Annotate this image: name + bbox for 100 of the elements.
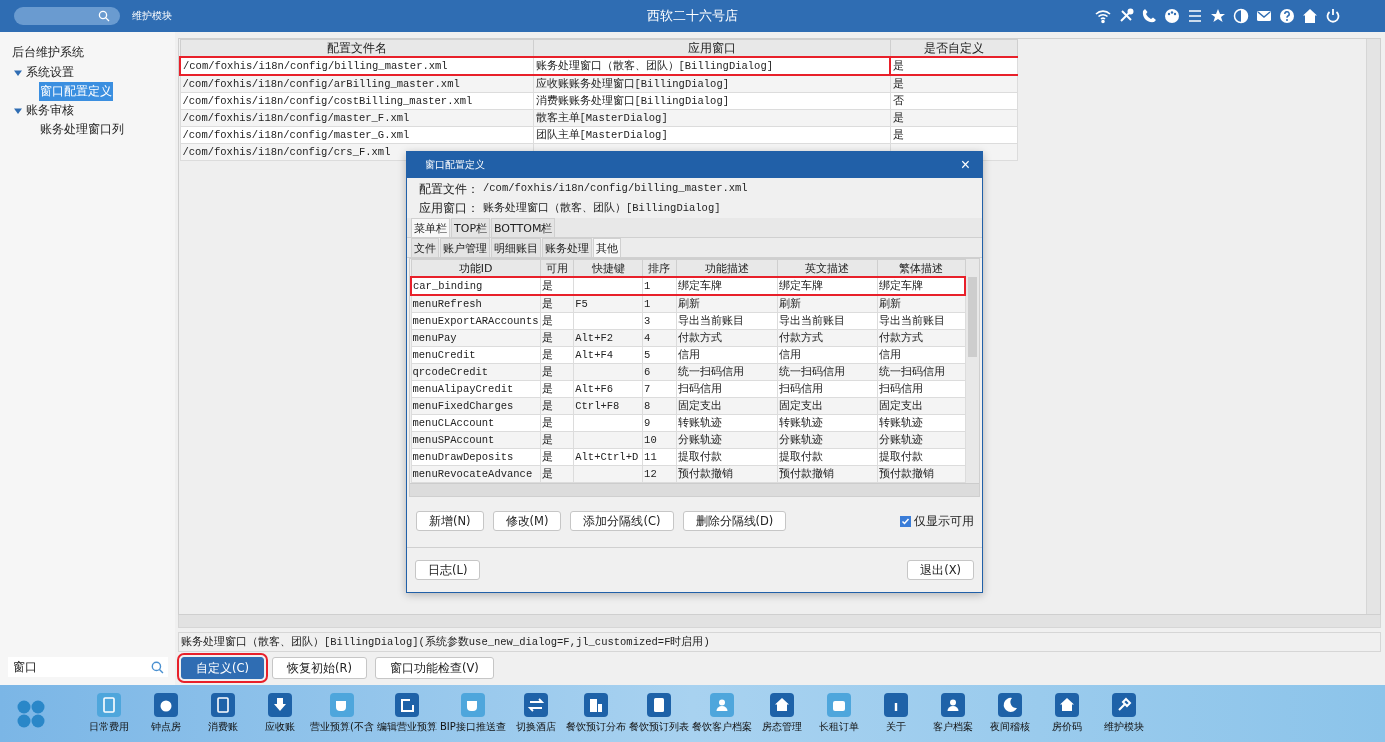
dialog-button[interactable]: 新增(N)	[416, 511, 484, 531]
dialog-button[interactable]: 删除分隔线(D)	[682, 511, 787, 531]
taskbar-item[interactable]: 应收账	[253, 693, 307, 734]
column-header[interactable]: 英文描述	[777, 259, 878, 277]
tab[interactable]: 明细账目	[491, 238, 541, 257]
document-icon	[97, 693, 121, 717]
taskbar-item[interactable]: 餐饮预订列表	[628, 693, 689, 734]
tree-item[interactable]: 账务处理窗口列	[39, 120, 125, 139]
taskbar-item[interactable]: 维护模块	[1096, 693, 1151, 734]
column-header[interactable]: 排序	[642, 259, 677, 277]
taskbar-item[interactable]: 消费账	[196, 693, 250, 734]
window-title: 西软二十六号店	[646, 7, 739, 25]
column-header[interactable]: 应用窗口	[533, 39, 890, 57]
module-label: 维护模块	[132, 9, 172, 23]
tab[interactable]: TOP栏	[451, 218, 490, 237]
phone-icon[interactable]	[1141, 8, 1157, 24]
search-icon	[151, 660, 164, 674]
user-icon	[940, 693, 965, 717]
document-icon	[211, 693, 235, 717]
dialog-button[interactable]: 修改(M)	[492, 511, 562, 531]
column-header[interactable]: 快捷键	[573, 259, 643, 277]
action-button[interactable]: 窗口功能检查(V)	[375, 657, 494, 679]
power-icon[interactable]	[1325, 8, 1341, 24]
taskbar-item[interactable]: 钟点房	[139, 693, 193, 734]
table-cell: 绑定车牌	[676, 277, 778, 295]
checkbox-label[interactable]: 仅显示可用	[914, 513, 974, 529]
table-cell: 是	[540, 277, 574, 295]
tree-item[interactable]: 后台维护系统	[8, 42, 84, 63]
tree-item[interactable]: 账务审核	[8, 101, 74, 120]
house-icon	[769, 693, 794, 717]
taskbar-item[interactable]: 切换酒店	[508, 693, 563, 734]
tree-item[interactable]: 系统设置	[8, 63, 74, 82]
dialog-button[interactable]: 日志(L)	[415, 560, 481, 580]
palette-icon[interactable]	[1164, 8, 1180, 24]
taskbar-item[interactable]: 房价码	[1039, 693, 1094, 734]
column-header[interactable]: 是否自定义	[890, 39, 1017, 57]
taskbar-item[interactable]: BIP接口推送查	[439, 693, 506, 734]
tools-icon[interactable]	[1118, 8, 1134, 24]
house-icon	[1054, 693, 1079, 717]
star-icon[interactable]	[1210, 8, 1226, 24]
tab[interactable]: 文件	[411, 238, 439, 257]
search-icon	[98, 10, 110, 22]
moon-icon	[997, 693, 1022, 717]
checkbox[interactable]	[900, 515, 911, 527]
tab[interactable]: 账户管理	[440, 238, 490, 257]
taskbar-item[interactable]: 日常费用	[82, 693, 136, 734]
user-icon	[709, 693, 734, 717]
dialog-button[interactable]: 退出(X)	[907, 560, 974, 580]
taskbar-item[interactable]: 营业预算(不含	[310, 693, 374, 734]
search-field[interactable]	[14, 7, 120, 25]
taskbar-item[interactable]: 客户档案	[925, 693, 980, 734]
taskbar-item[interactable]: 餐饮客户档案	[691, 693, 752, 734]
taskbar-item[interactable]: 长租订单	[811, 693, 866, 734]
menu-icon[interactable]	[1187, 8, 1203, 24]
table-cell: 1	[642, 277, 677, 295]
field-label: 应用窗口：	[419, 201, 479, 216]
scrollbar[interactable]	[410, 483, 979, 496]
building-icon	[583, 693, 608, 717]
tab[interactable]: 其他	[593, 238, 621, 257]
expand-arrow-icon[interactable]	[14, 68, 22, 77]
mail-icon[interactable]	[1256, 8, 1272, 24]
cup-icon	[460, 693, 485, 717]
scrollbar-thumb[interactable]	[968, 277, 977, 357]
table-cell: car_binding	[411, 277, 541, 295]
column-header[interactable]: 可用	[540, 259, 574, 277]
column-header[interactable]: 功能ID	[411, 259, 541, 277]
scrollbar[interactable]	[178, 615, 1381, 628]
wifi-icon[interactable]	[1095, 8, 1111, 24]
action-button[interactable]: 恢复初始(R)	[272, 657, 367, 679]
column-header[interactable]: 繁体描述	[877, 259, 966, 277]
timer-icon	[154, 693, 178, 717]
column-header[interactable]: 功能描述	[676, 259, 778, 277]
tab[interactable]: BOTTOM栏	[491, 218, 556, 237]
table-cell: /com/foxhis/i18n/config/billing_master.xml	[180, 57, 533, 75]
column-header[interactable]: 配置文件名	[180, 39, 533, 57]
table-cell	[573, 277, 643, 295]
taskbar-item[interactable]: 关于	[868, 693, 923, 734]
wrench-icon	[1111, 693, 1136, 717]
home-icon[interactable]	[1302, 8, 1318, 24]
info-icon	[883, 693, 908, 717]
table-cell: 是	[890, 57, 1017, 75]
cup-icon	[329, 693, 354, 717]
expand-arrow-icon[interactable]	[14, 106, 22, 115]
tab[interactable]: 账务处理	[542, 238, 592, 257]
dialog-button[interactable]: 添加分隔线(C)	[570, 511, 674, 531]
scrollbar[interactable]	[966, 259, 979, 483]
search-field[interactable]: 窗口	[8, 657, 168, 677]
status-text: 账务处理窗口（散客、团队）[BillingDialog](系统参数use_new_dialog=F,jl_customized=F时启用)	[178, 632, 1381, 652]
contrast-icon[interactable]	[1233, 8, 1249, 24]
taskbar-item[interactable]: 编辑营业预算	[376, 693, 437, 734]
download-icon	[268, 693, 292, 717]
taskbar-item[interactable]: 夜间稽核	[982, 693, 1037, 734]
table-cell: 绑定车牌	[877, 277, 966, 295]
taskbar-item[interactable]: 餐饮预订分布	[565, 693, 626, 734]
taskbar-item[interactable]: 房态管理	[754, 693, 809, 734]
close-button[interactable]: ×	[956, 156, 974, 174]
help-icon[interactable]	[1279, 8, 1295, 24]
scrollbar[interactable]	[1366, 39, 1380, 614]
field-value: /com/foxhis/i18n/config/billing_master.xml	[483, 182, 748, 196]
tab[interactable]: 菜单栏	[411, 218, 450, 237]
